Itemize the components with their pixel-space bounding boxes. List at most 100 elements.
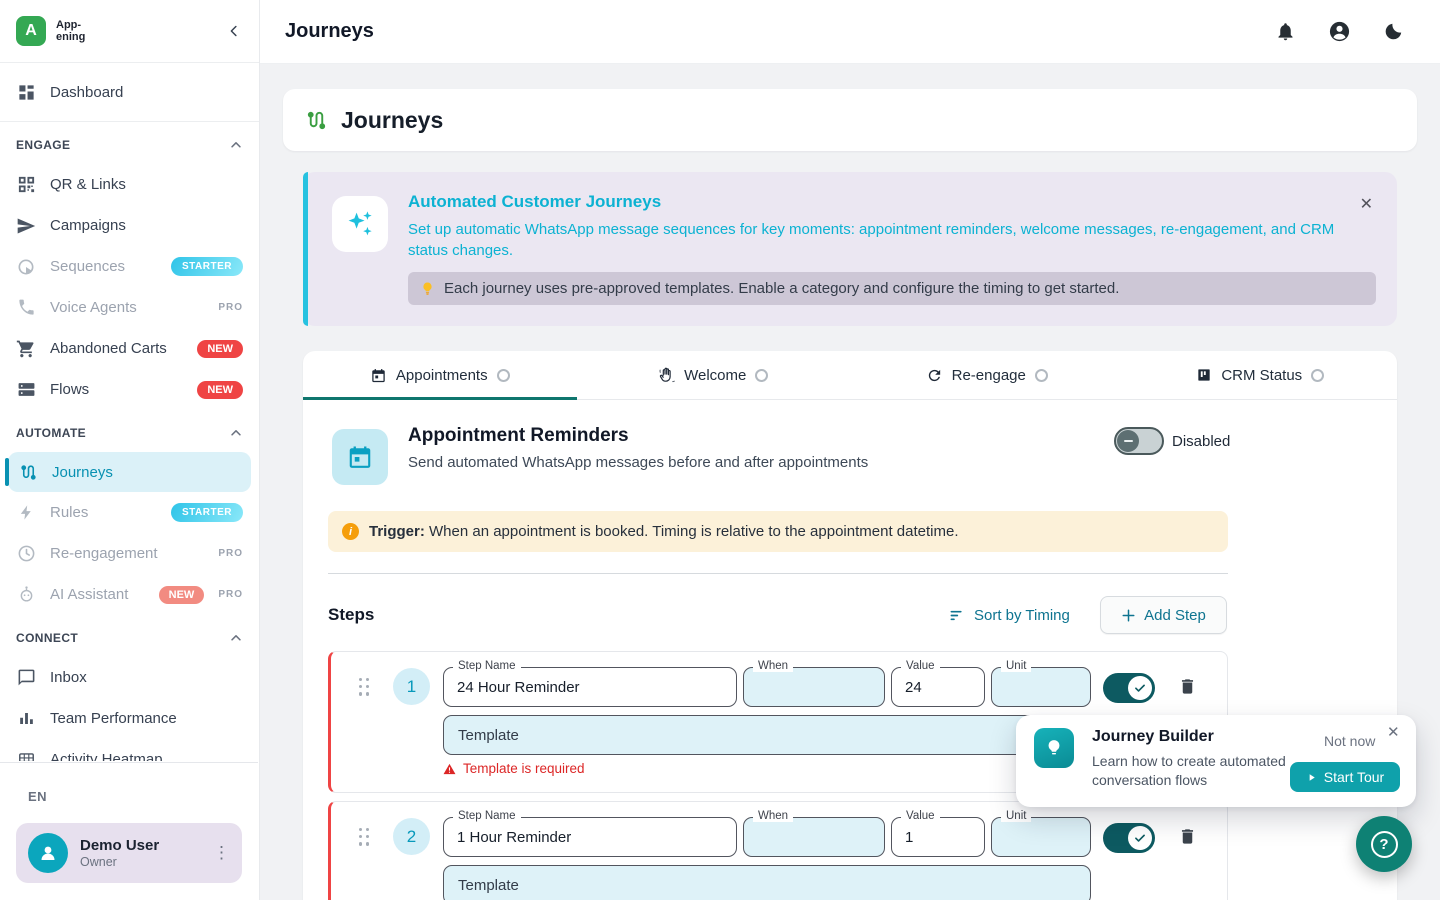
unit-select[interactable]: Unit [991, 817, 1091, 857]
sidebar-item-label: Activity Heatmap [50, 751, 163, 761]
value-field[interactable]: Value [891, 667, 985, 707]
step-enabled-toggle[interactable] [1103, 673, 1155, 703]
sidebar: A App- ening Dashboard ENGAGE QR & Links… [0, 0, 260, 900]
sidebar-item-activity-heatmap[interactable]: Activity Heatmap [0, 739, 259, 761]
top-header: Journeys [260, 0, 1440, 64]
sidebar-item-inbox[interactable]: Inbox [0, 657, 259, 698]
trigger-banner: i Trigger: When an appointment is booked… [328, 511, 1228, 552]
step-name-input[interactable] [444, 668, 736, 706]
section-header-engage[interactable]: ENGAGE [0, 126, 259, 164]
sidebar-item-team-performance[interactable]: Team Performance [0, 698, 259, 739]
drag-handle-icon[interactable] [359, 828, 370, 846]
new-badge: NEW [197, 381, 243, 399]
sidebar-item-flows[interactable]: Flows NEW [0, 369, 259, 410]
step-enabled-toggle[interactable] [1103, 823, 1155, 853]
lightbulb-tile-icon [1034, 728, 1074, 768]
notifications-bell-icon[interactable] [1275, 21, 1296, 42]
language-selector[interactable]: EN [28, 789, 47, 804]
banner-title: Automated Customer Journeys [408, 192, 661, 212]
pro-tier-label: PRO [218, 302, 243, 313]
starter-badge: STARTER [171, 257, 243, 276]
sidebar-item-label: Rules [50, 504, 88, 521]
not-now-link[interactable]: Not now [1324, 733, 1375, 749]
lightning-icon [16, 503, 36, 523]
unit-label: Unit [1001, 660, 1031, 672]
dark-mode-moon-icon[interactable] [1383, 21, 1404, 42]
user-card[interactable]: Demo User Owner ⋮ [16, 823, 242, 883]
section-label: AUTOMATE [16, 426, 86, 440]
pro-tier-label: PRO [218, 589, 243, 600]
step-name-input[interactable] [444, 818, 736, 856]
sort-label: Sort by Timing [974, 607, 1070, 624]
sidebar-item-dashboard[interactable]: Dashboard [0, 63, 259, 122]
template-select[interactable]: Template [443, 865, 1091, 900]
start-tour-label: Start Tour [1324, 769, 1384, 785]
trigger-label: Trigger: [369, 523, 425, 540]
account-icon[interactable] [1328, 20, 1351, 43]
sidebar-item-ai-assistant[interactable]: AI Assistant NEW PRO [0, 574, 259, 615]
value-field[interactable]: Value [891, 817, 985, 857]
category-enable-toggle[interactable] [1114, 427, 1164, 455]
step-name-field[interactable]: Step Name [443, 817, 737, 857]
kanban-icon [1196, 367, 1212, 383]
user-menu-icon[interactable]: ⋮ [213, 843, 230, 863]
banner-close-icon[interactable]: ✕ [1360, 194, 1373, 214]
sidebar-item-rules[interactable]: Rules STARTER [0, 492, 259, 533]
steps-heading: Steps [328, 605, 374, 625]
tab-status-radio [1035, 369, 1048, 382]
help-button[interactable]: ? [1356, 816, 1412, 872]
sidebar-item-journeys[interactable]: Journeys [8, 452, 251, 492]
tab-re-engage[interactable]: Re-engage [850, 351, 1124, 399]
delete-step-icon[interactable] [1178, 677, 1197, 696]
route-icon [18, 462, 38, 482]
tab-appointments[interactable]: Appointments [303, 351, 577, 399]
page-title: Journeys [285, 20, 374, 43]
brand-line2: ening [56, 31, 85, 43]
brand-name: App- ening [56, 19, 85, 43]
chevron-up-icon [229, 631, 243, 645]
unit-select[interactable]: Unit [991, 667, 1091, 707]
brand-initial: A [25, 22, 37, 40]
page-heading: Journeys [341, 107, 443, 134]
toggle-knob [1117, 430, 1139, 452]
sidebar-item-campaigns[interactable]: Campaigns [0, 205, 259, 246]
when-select[interactable]: When [743, 667, 885, 707]
robot-icon [16, 585, 36, 605]
template-select[interactable]: Template [443, 715, 1091, 755]
sidebar-item-abandoned-carts[interactable]: Abandoned Carts NEW [0, 328, 259, 369]
lightbulb-icon [420, 281, 435, 296]
journeys-route-icon [305, 109, 328, 132]
add-step-button[interactable]: Add Step [1100, 596, 1227, 634]
sort-icon [948, 607, 965, 624]
value-input[interactable] [892, 668, 984, 706]
cart-icon [16, 339, 36, 359]
section-header-connect[interactable]: CONNECT [0, 619, 259, 657]
tab-crm-status[interactable]: CRM Status [1124, 351, 1398, 399]
sidebar-item-sequences[interactable]: Sequences STARTER [0, 246, 259, 287]
popup-close-icon[interactable]: ✕ [1387, 723, 1400, 741]
sidebar-item-qr-links[interactable]: QR & Links [0, 164, 259, 205]
info-icon: i [342, 523, 359, 540]
waving-hand-icon [658, 367, 675, 384]
journeys-card: Appointments Welcome Re-engage [303, 351, 1397, 900]
value-input[interactable] [892, 818, 984, 856]
sidebar-item-label: QR & Links [50, 176, 126, 193]
sequence-icon [16, 257, 36, 277]
drag-handle-icon[interactable] [359, 678, 370, 696]
sidebar-collapse-icon[interactable] [225, 22, 243, 40]
section-label: CONNECT [16, 631, 78, 645]
sidebar-item-re-engagement[interactable]: Re-engagement PRO [0, 533, 259, 574]
step-name-field[interactable]: Step Name [443, 667, 737, 707]
sidebar-item-voice-agents[interactable]: Voice Agents PRO [0, 287, 259, 328]
tab-welcome[interactable]: Welcome [577, 351, 851, 399]
section-header-automate[interactable]: AUTOMATE [0, 414, 259, 452]
chat-icon [16, 668, 36, 688]
trigger-description: When an appointment is booked. Timing is… [429, 523, 958, 540]
sort-by-timing-button[interactable]: Sort by Timing [948, 607, 1070, 624]
start-tour-button[interactable]: Start Tour [1290, 762, 1400, 792]
chevron-up-icon [229, 426, 243, 440]
delete-step-icon[interactable] [1178, 827, 1197, 846]
send-icon [16, 216, 36, 236]
banner-body: Set up automatic WhatsApp message sequen… [408, 219, 1374, 262]
when-select[interactable]: When [743, 817, 885, 857]
